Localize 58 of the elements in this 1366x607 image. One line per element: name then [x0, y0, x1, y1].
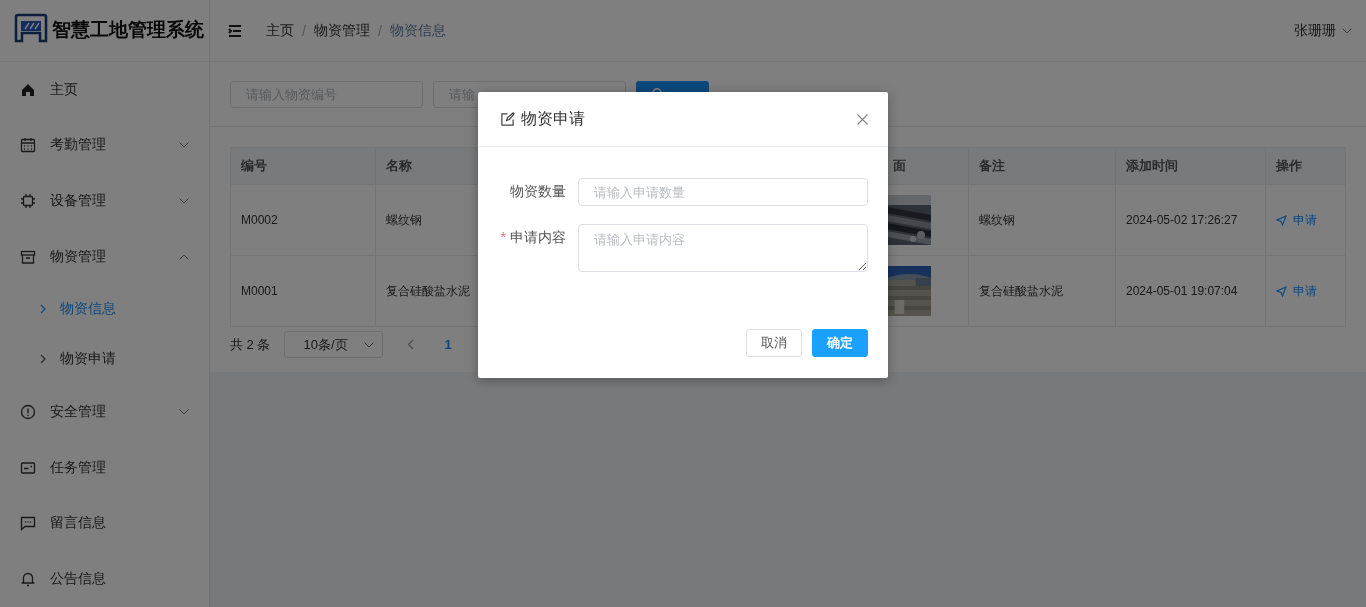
- dialog-title: 物资申请: [521, 108, 586, 129]
- send-icon: [1276, 214, 1287, 226]
- sidebar-item[interactable]: 留言信息: [0, 495, 209, 552]
- sidebar-item[interactable]: 设备管理: [0, 173, 209, 229]
- bell-icon: [20, 571, 36, 588]
- page-size-select[interactable]: 10条/页: [284, 331, 384, 358]
- chip-icon: [20, 193, 36, 209]
- column-header: 操作: [1265, 147, 1346, 185]
- chevron-down-icon: [364, 341, 375, 348]
- table-cell: 2024-05-02 17:26:27: [1115, 184, 1266, 256]
- sidebar-item[interactable]: 主页: [0, 61, 209, 118]
- menu-icon[interactable]: [228, 24, 242, 37]
- breadcrumb-link[interactable]: 物资管理: [313, 21, 370, 40]
- chevron-down-icon: [1342, 27, 1352, 34]
- table-cell: M0001: [230, 255, 376, 327]
- sidebar-item[interactable]: 公告信息: [0, 551, 209, 607]
- cancel-button[interactable]: 取消: [746, 329, 802, 357]
- table-cell: 2024-05-01 19:07:04: [1115, 255, 1266, 327]
- sidebar-item[interactable]: 安全管理: [0, 384, 209, 440]
- total-count: 共 2 条: [230, 335, 271, 354]
- field-label: 申请内容: [510, 228, 566, 247]
- sidebar-item[interactable]: 任务管理: [0, 439, 209, 496]
- alert-icon: [20, 403, 36, 420]
- edit-icon: [500, 111, 515, 127]
- column-header: 编号: [230, 147, 376, 185]
- quantity-field[interactable]: 请输入申请数量: [578, 178, 868, 206]
- sidebar-item[interactable]: 物资管理: [0, 228, 209, 285]
- user-name[interactable]: 张珊珊: [1294, 21, 1336, 40]
- table-cell: 螺纹钢: [968, 184, 1116, 256]
- required-mark: *: [500, 228, 506, 247]
- sidebar-item[interactable]: 考勤管理: [0, 117, 209, 174]
- breadcrumb-link[interactable]: 物资信息: [389, 21, 446, 40]
- apply-link[interactable]: 申请: [1276, 211, 1317, 229]
- breadcrumb-separator: /: [302, 22, 306, 39]
- field-label: 物资数量: [510, 182, 566, 201]
- table-cell: 复合硅酸盐水泥: [968, 255, 1116, 327]
- calendar-icon: [20, 137, 36, 154]
- close-icon[interactable]: [857, 113, 868, 125]
- send-icon: [1276, 285, 1287, 297]
- chevron-right-icon: [40, 354, 46, 365]
- chevron-left-icon: [407, 339, 415, 350]
- breadcrumb-separator: /: [377, 22, 382, 39]
- content-field[interactable]: 请输入申请内容: [578, 224, 868, 272]
- table-cell: M0002: [230, 184, 376, 256]
- apply-link[interactable]: 申请: [1276, 282, 1317, 300]
- breadcrumb-link[interactable]: 主页: [266, 21, 294, 40]
- app-title: 智慧工地管理系统: [52, 18, 204, 43]
- card-icon: [20, 459, 36, 476]
- column-header: 备注: [968, 147, 1116, 185]
- chat-icon: [20, 515, 36, 532]
- column-header: 添加时间: [1115, 147, 1266, 185]
- submenu-item[interactable]: 物资申请: [0, 334, 209, 385]
- box-icon: [20, 248, 36, 265]
- chevron-right-icon: [40, 304, 46, 315]
- submenu-item[interactable]: 物资信息: [0, 284, 209, 335]
- page-number[interactable]: 1: [438, 337, 458, 352]
- home-icon: [20, 81, 36, 98]
- confirm-button[interactable]: 确定: [812, 329, 868, 357]
